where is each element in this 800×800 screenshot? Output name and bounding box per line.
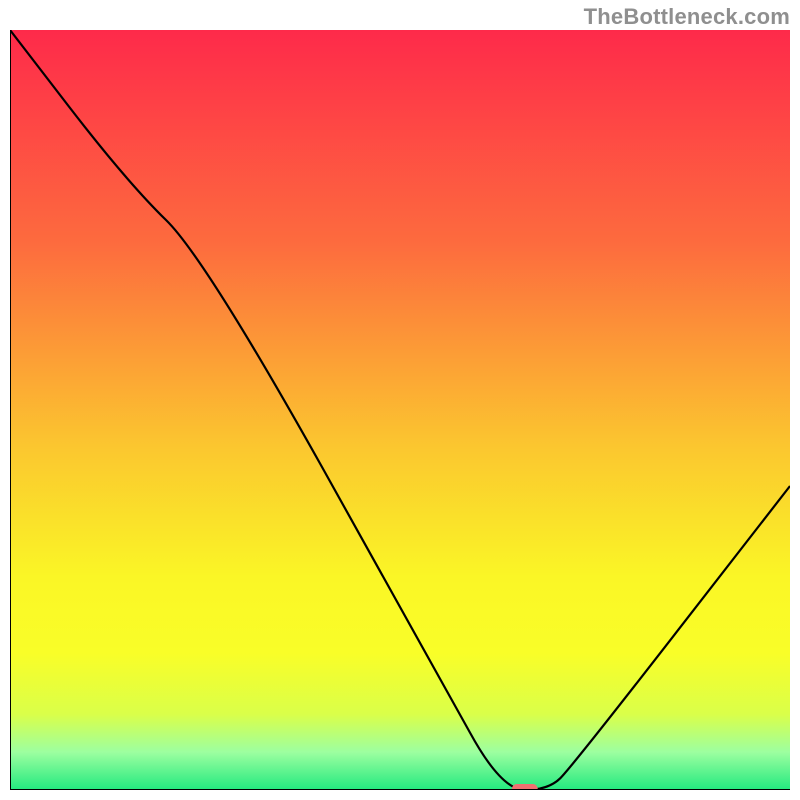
watermark-text: TheBottleneck.com [584,4,790,30]
bottleneck-plot [10,30,790,790]
chart-container: TheBottleneck.com [0,0,800,800]
gradient-background [10,30,790,790]
